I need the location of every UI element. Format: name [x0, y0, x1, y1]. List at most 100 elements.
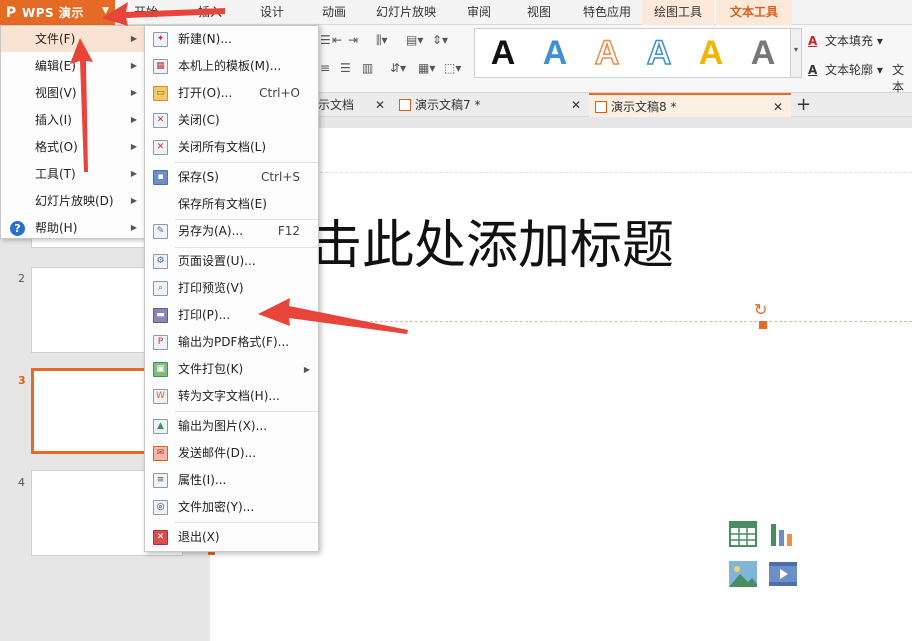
title-placeholder-box[interactable]: 击此处添加标题: [310, 172, 912, 322]
menu-item-label: 另存为(A)...: [178, 224, 244, 238]
resize-handle[interactable]: [759, 321, 767, 329]
menu-tab-bar: P WPS 演示 ▼ 开始 插入 设计 动画 幻灯片放映 审阅 视图 特色应用 …: [0, 0, 912, 25]
file-menu-encrypt[interactable]: ◎ 文件加密(Y)...: [145, 494, 318, 521]
chevron-down-icon[interactable]: ▼: [102, 6, 109, 16]
file-menu-package[interactable]: ▣ 文件打包(K) ▶: [145, 356, 318, 383]
menu-item-label: 属性(I)...: [178, 473, 227, 487]
style-orange-outline-a[interactable]: A: [583, 33, 631, 73]
insert-table-icon[interactable]: [728, 520, 758, 548]
insert-media-icon[interactable]: [768, 560, 798, 588]
columns-icon[interactable]: ▦▾: [418, 61, 435, 75]
text-direction-icon[interactable]: ⫼▾: [376, 33, 388, 48]
text-fill-button[interactable]: A 文本填充 ▾: [808, 32, 883, 49]
align-left-icon[interactable]: ☰: [320, 33, 331, 47]
chevron-right-icon: ▶: [130, 61, 137, 70]
doc-tab-label: 演示文稿8 *: [611, 100, 677, 114]
file-menu-exit[interactable]: ✕ 退出(X): [145, 524, 318, 551]
file-menu-local-templates[interactable]: ▦ 本机上的模板(M)...: [145, 53, 318, 80]
rotate-handle-icon[interactable]: ↻: [754, 300, 767, 319]
menu-item-label: 幻灯片放映(D): [35, 194, 114, 208]
text-style-gallery: A A A A A A: [474, 28, 794, 78]
doc-tab-3-active[interactable]: 演示文稿8 * ✕: [589, 93, 791, 117]
insert-chart-icon[interactable]: [768, 520, 798, 548]
close-icon[interactable]: ✕: [773, 95, 783, 119]
file-menu-export-pdf[interactable]: P 输出为PDF格式(F)...: [145, 329, 318, 356]
pdf-icon: P: [153, 335, 168, 350]
file-menu-close-all[interactable]: ✕ 关闭所有文档(L): [145, 134, 318, 161]
file-menu-properties[interactable]: ≡ 属性(I)...: [145, 467, 318, 494]
style-blue-a[interactable]: A: [531, 33, 579, 73]
menu-item-edit[interactable]: 编辑(E) ▶: [1, 53, 145, 79]
tab-animation[interactable]: 动画: [308, 0, 360, 25]
text-outline-icon: A: [808, 63, 818, 77]
doc-tab-label: 示文档: [318, 98, 355, 112]
exit-icon: ✕: [153, 530, 168, 545]
text-fill-icon: A: [808, 34, 818, 48]
distribute-icon[interactable]: ▥: [362, 61, 373, 75]
title-placeholder-text[interactable]: 击此处添加标题: [310, 203, 674, 278]
new-tab-button[interactable]: +: [796, 93, 816, 117]
tab-special-apps[interactable]: 特色应用: [574, 0, 640, 25]
file-menu-save-as[interactable]: ✎ 另存为(A)... F12: [145, 218, 318, 245]
tab-view[interactable]: 视图: [514, 0, 564, 25]
line-spacing-icon[interactable]: ⇕▾: [432, 33, 448, 47]
close-icon[interactable]: ✕: [375, 93, 385, 117]
chevron-right-icon: ▶: [130, 142, 137, 151]
menu-item-view[interactable]: 视图(V) ▶: [1, 80, 145, 106]
menu-item-slideshow[interactable]: 幻灯片放映(D) ▶: [1, 188, 145, 214]
indent-increase-icon[interactable]: ⇥: [348, 33, 358, 47]
tab-design[interactable]: 设计: [246, 0, 298, 25]
tab-text-tools[interactable]: 文本工具: [716, 0, 792, 25]
tab-start[interactable]: 开始: [118, 0, 174, 25]
menu-separator: [175, 411, 318, 412]
numbering-icon[interactable]: ▤▾: [406, 33, 423, 47]
menu-item-label: 文件打包(K): [178, 362, 244, 376]
doc-tab-1[interactable]: 示文档 ✕: [318, 93, 393, 117]
file-menu-open[interactable]: ▭ 打开(O)... Ctrl+O: [145, 80, 318, 107]
justify-icon[interactable]: ☰: [340, 61, 351, 75]
file-menu-save-all[interactable]: 保存所有文档(E): [145, 191, 318, 218]
close-icon[interactable]: ✕: [571, 93, 581, 117]
tab-drawing-tools[interactable]: 绘图工具: [642, 0, 714, 25]
gallery-scroll-button[interactable]: ▾: [790, 28, 802, 78]
menu-item-help[interactable]: ? 帮助(H) ▶: [1, 215, 145, 241]
paragraph-spacing-icon[interactable]: ⇵▾: [390, 61, 406, 75]
chevron-right-icon: ▶: [130, 34, 137, 43]
file-menu-print-preview[interactable]: ⌕ 打印预览(V): [145, 275, 318, 302]
wps-app-menu-button[interactable]: P WPS 演示 ▼: [0, 0, 115, 25]
app-main-menu: 文件(F) ▶ 编辑(E) ▶ 视图(V) ▶ 插入(I) ▶ 格式(O) ▶ 工具(T)…: [0, 25, 146, 239]
file-menu-save[interactable]: ▪ 保存(S) Ctrl+S: [145, 164, 318, 191]
indent-decrease-icon[interactable]: ⇤: [332, 33, 342, 47]
style-black-a[interactable]: A: [479, 33, 527, 73]
file-menu-new[interactable]: ✦ 新建(N)...: [145, 26, 318, 53]
chevron-right-icon: ▶: [130, 115, 137, 124]
tab-review[interactable]: 审阅: [454, 0, 504, 25]
style-blue-outline-a[interactable]: A: [635, 33, 683, 73]
insert-picture-icon[interactable]: [728, 560, 758, 588]
file-menu-convert-text[interactable]: W 转为文字文档(H)...: [145, 383, 318, 410]
menu-separator: [175, 162, 318, 163]
tab-slideshow[interactable]: 幻灯片放映: [368, 0, 444, 25]
properties-icon: ≡: [153, 473, 168, 488]
align-center-icon[interactable]: ≡: [320, 61, 330, 75]
menu-item-label: 打印预览(V): [178, 281, 244, 295]
menu-item-label: 发送邮件(D)...: [178, 446, 257, 460]
menu-item-file[interactable]: 文件(F) ▶: [1, 26, 145, 52]
file-menu-export-image[interactable]: ▲ 输出为图片(X)...: [145, 413, 318, 440]
presentation-file-icon: [399, 99, 411, 111]
file-menu-print[interactable]: ▬ 打印(P)...: [145, 302, 318, 329]
tab-insert[interactable]: 插入: [184, 0, 236, 25]
doc-tab-2[interactable]: 演示文稿7 * ✕: [393, 93, 589, 117]
menu-item-insert[interactable]: 插入(I) ▶: [1, 107, 145, 133]
menu-item-format[interactable]: 格式(O) ▶: [1, 134, 145, 160]
file-menu-page-setup[interactable]: ⚙ 页面设置(U)...: [145, 248, 318, 275]
menu-item-label: 新建(N)...: [178, 32, 232, 46]
file-menu-send-mail[interactable]: ✉ 发送邮件(D)...: [145, 440, 318, 467]
style-gray-a[interactable]: A: [739, 33, 787, 73]
style-yellow-a[interactable]: A: [687, 33, 735, 73]
text-box-icon[interactable]: ⬚▾: [444, 61, 461, 75]
file-menu-close[interactable]: ✕ 关闭(C): [145, 107, 318, 134]
text-outline-button[interactable]: A 文本轮廓 ▾: [808, 61, 883, 78]
text-effect-button[interactable]: 文本: [892, 61, 912, 95]
menu-item-tools[interactable]: 工具(T) ▶: [1, 161, 145, 187]
